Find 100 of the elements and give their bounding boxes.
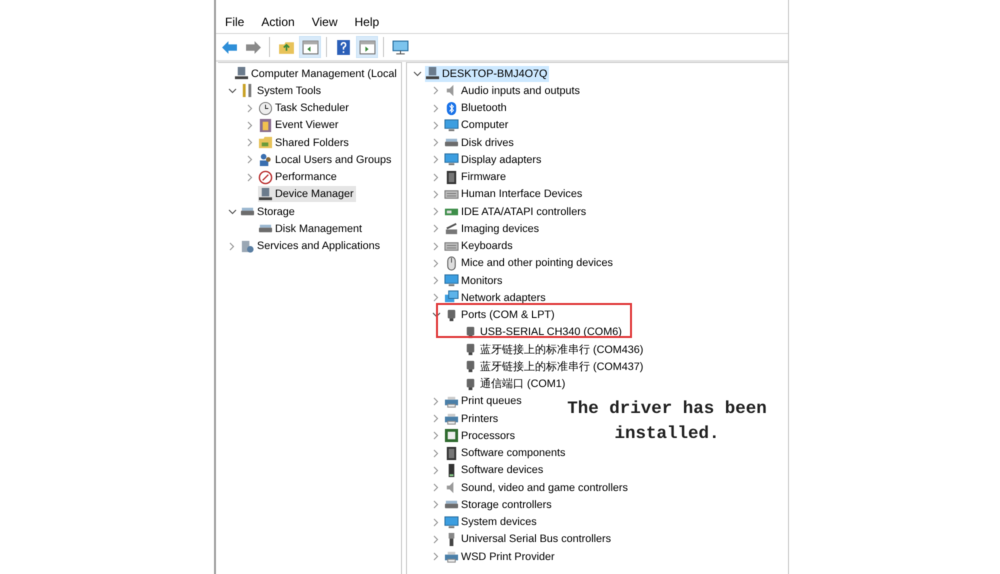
chevron-right-icon[interactable]: [433, 431, 439, 440]
tree-item[interactable]: Bluetooth: [444, 100, 509, 116]
chevron-right-icon[interactable]: [433, 155, 439, 164]
chevron-right-icon[interactable]: [247, 104, 253, 113]
chevron-right-icon[interactable]: [433, 552, 439, 562]
tree-item[interactable]: Device Manager: [258, 186, 356, 202]
tree-item[interactable]: 通信端口 (COM1): [463, 376, 568, 392]
chevron-right-icon[interactable]: [433, 86, 439, 96]
chevron-right-icon[interactable]: [433, 414, 439, 424]
computer-icon: [258, 186, 273, 202]
chevron-down-icon[interactable]: [228, 88, 236, 94]
menu-item[interactable]: File: [224, 15, 252, 29]
tree-item[interactable]: Printers: [444, 410, 500, 427]
tree-item[interactable]: Computer Management (Local: [234, 66, 399, 82]
clock-icon: [258, 100, 273, 116]
chevron-down-icon[interactable]: [228, 208, 236, 215]
chevron-down-icon[interactable]: [432, 312, 440, 318]
back-arrow-icon: [220, 38, 238, 56]
tree-item[interactable]: Storage: [240, 204, 297, 220]
chevron-right-icon[interactable]: [433, 104, 439, 113]
menu-item[interactable]: Help: [354, 15, 388, 29]
chevron-right-icon[interactable]: [433, 293, 439, 302]
tree-item[interactable]: Universal Serial Bus controllers: [444, 531, 614, 548]
chevron-right-icon[interactable]: [433, 207, 439, 216]
chevron-right-icon[interactable]: [247, 155, 253, 164]
tree-item[interactable]: Disk drives: [444, 134, 516, 151]
tree-item[interactable]: Shared Folders: [258, 134, 351, 151]
tree-item[interactable]: Storage controllers: [444, 496, 554, 513]
printer-icon: [444, 411, 459, 426]
tree-item[interactable]: Local Users and Groups: [258, 152, 394, 168]
chevron-right-icon[interactable]: [433, 120, 439, 130]
chevron-right-icon[interactable]: [433, 224, 439, 234]
gauge-icon: [258, 170, 273, 185]
chevron-right-icon[interactable]: [433, 448, 439, 458]
chevron-right-icon[interactable]: [433, 534, 439, 544]
tree-item[interactable]: Audio inputs and outputs: [444, 82, 582, 99]
tree-item[interactable]: Monitors: [444, 272, 504, 289]
tree-item[interactable]: WSD Print Provider: [444, 548, 557, 565]
tree-item[interactable]: Event Viewer: [258, 117, 340, 134]
tree-item[interactable]: Keyboards: [444, 238, 515, 254]
chevron-right-icon[interactable]: [433, 396, 439, 406]
tree-item[interactable]: System Tools: [240, 82, 324, 99]
chevron-right-icon[interactable]: [433, 190, 439, 199]
chevron-right-icon[interactable]: [247, 138, 253, 148]
computer-icon: [425, 66, 440, 82]
tree-item[interactable]: Imaging devices: [444, 220, 542, 237]
chevron-right-icon[interactable]: [433, 276, 439, 286]
chevron-down-icon[interactable]: [412, 70, 422, 77]
users-icon: [258, 152, 273, 168]
tree-item[interactable]: Firmware: [444, 169, 508, 186]
tree-item[interactable]: Disk Management: [258, 220, 364, 237]
menu-item[interactable]: View: [310, 15, 346, 29]
tree-item[interactable]: 蓝牙链接上的标准串行 (COM437): [463, 358, 646, 375]
chip-icon: [444, 170, 459, 185]
tree-item[interactable]: Network adapters: [444, 290, 548, 306]
chevron-right-icon[interactable]: [433, 138, 439, 148]
chevron-right-icon[interactable]: [229, 242, 235, 251]
tree-item[interactable]: Computer: [444, 117, 510, 134]
tree-item[interactable]: Performance: [258, 169, 339, 186]
camera-icon: [444, 221, 459, 236]
monitor-icon: [444, 152, 459, 168]
annotation-text: The driver has been installed.: [566, 398, 768, 446]
chip-icon: [444, 446, 459, 461]
tree-item[interactable]: USB-SERIAL CH340 (COM6): [463, 324, 624, 340]
toolbar-button[interactable]: [299, 36, 321, 58]
monitor-icon: [444, 118, 459, 133]
chevron-right-icon[interactable]: [433, 258, 439, 268]
processor-icon: [444, 428, 459, 444]
tree-item[interactable]: Print queues: [444, 393, 524, 410]
monitor-icon: [444, 514, 459, 530]
tree-item[interactable]: Mice and other pointing devices: [444, 255, 615, 272]
tree-item[interactable]: System devices: [444, 514, 539, 530]
computer-icon: [234, 66, 249, 82]
monitor-icon: [444, 273, 459, 288]
tree-item[interactable]: Ports (COM & LPT): [444, 307, 557, 324]
tree-item[interactable]: Display adapters: [444, 152, 544, 168]
menu-item[interactable]: Action: [260, 15, 303, 29]
tree-item[interactable]: Software devices: [444, 462, 546, 478]
chevron-right-icon[interactable]: [247, 172, 253, 182]
monitor-icon: [392, 38, 408, 56]
tree-item[interactable]: Task Scheduler: [258, 100, 351, 116]
chevron-right-icon[interactable]: [433, 242, 439, 251]
chevron-right-icon[interactable]: [433, 466, 439, 475]
chevron-right-icon[interactable]: [433, 483, 439, 492]
tree-item[interactable]: Human Interface Devices: [444, 186, 584, 202]
chevron-right-icon[interactable]: [433, 172, 439, 182]
chevron-right-icon[interactable]: [433, 500, 439, 510]
tree-item[interactable]: IDE ATA/ATAPI controllers: [444, 204, 588, 220]
printer-icon: [444, 549, 459, 564]
pane-icon: [302, 38, 318, 56]
toolbar-button[interactable]: [356, 36, 378, 58]
tree-item[interactable]: 蓝牙链接上的标准串行 (COM436): [463, 342, 646, 358]
tree-item[interactable]: Services and Applications: [240, 238, 382, 254]
tree-item[interactable]: Sound, video and game controllers: [444, 480, 630, 496]
tree-item[interactable]: Processors: [444, 428, 518, 444]
chevron-right-icon[interactable]: [247, 120, 253, 130]
chevron-right-icon[interactable]: [433, 518, 439, 527]
tree-item[interactable]: DESKTOP-BMJ4O7Q: [425, 66, 550, 82]
tree-item[interactable]: Software components: [444, 445, 568, 462]
log-icon: [258, 118, 273, 133]
